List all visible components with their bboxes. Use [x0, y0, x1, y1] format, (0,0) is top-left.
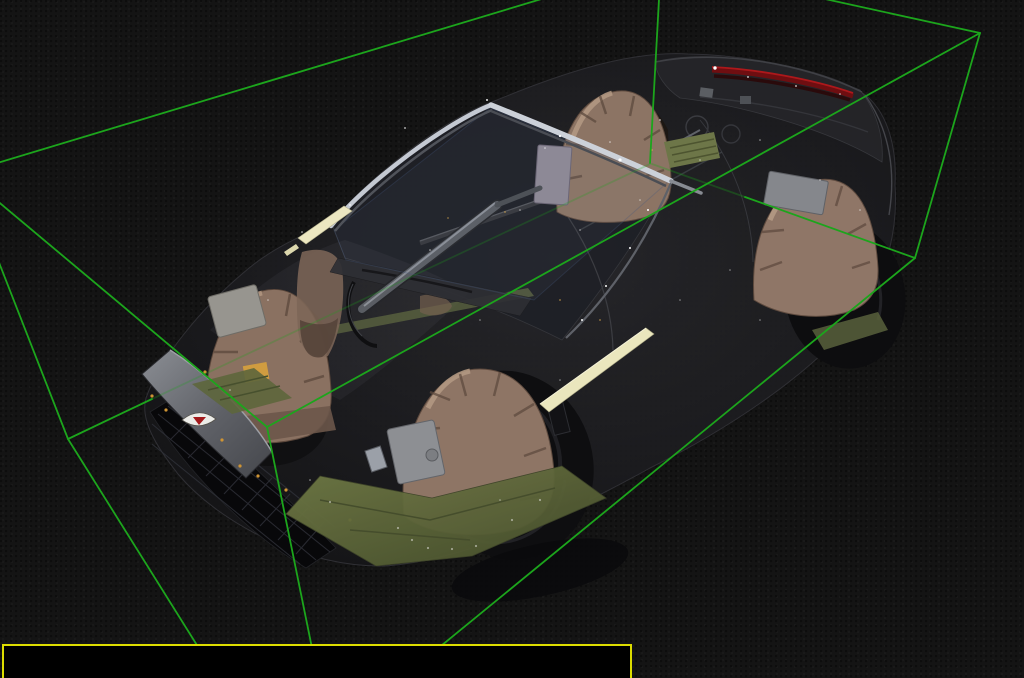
viewport[interactable] — [0, 0, 1024, 678]
car-model — [142, 54, 917, 615]
box-edge-vertical-right — [915, 33, 980, 258]
status-bar: Camera: pos -2.94 3.38 -0.28, dir 0.58 -… — [2, 644, 632, 678]
box-edge-top-back-right — [661, 0, 980, 33]
box-edge-bottom-back-left — [68, 399, 152, 439]
render-window: Camera: pos -2.94 3.38 -0.28, dir 0.58 -… — [0, 0, 1024, 678]
viewport-canvas[interactable] — [0, 0, 1024, 678]
